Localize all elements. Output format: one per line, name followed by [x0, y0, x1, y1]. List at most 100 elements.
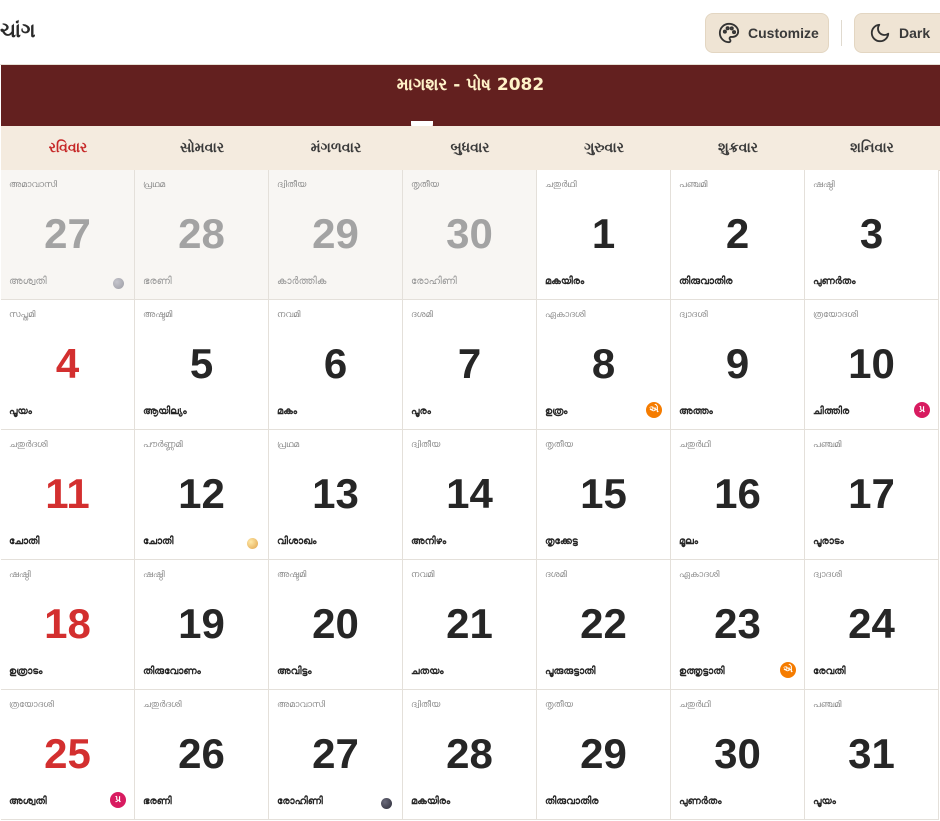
- month-title: માગશર - પોષ 2082: [396, 75, 545, 95]
- day-cell[interactable]: അമാവാസി 27 അശ്വതി: [1, 170, 135, 300]
- nakshatra-label: തിരുവാതിര: [679, 276, 733, 287]
- nakshatra-label: അവിട്ടം: [277, 666, 312, 677]
- tithi-label: ദശമി: [545, 570, 567, 580]
- tithi-label: ദ്വാദശി: [813, 570, 842, 580]
- day-cell[interactable]: ദ്വിതീയ 28 മകയിരം: [403, 690, 537, 820]
- day-number: 6: [323, 340, 348, 387]
- pradosh-badge[interactable]: પ્ર: [110, 792, 126, 808]
- nakshatra-label: ഭരണി: [143, 276, 172, 287]
- day-cell[interactable]: തൃതീയ 30 രോഹിണി: [403, 170, 537, 300]
- nakshatra-label: തൃക്കേട്ട: [545, 536, 578, 547]
- day-cell[interactable]: ഷഷ്ഠി 3 പുണർതം: [805, 170, 939, 300]
- day-number: 5: [189, 340, 214, 387]
- new-moon-icon: [381, 798, 392, 809]
- tithi-label: തൃതീയ: [545, 440, 573, 450]
- day-cell[interactable]: പഞ്ചമി 31 പൂയം: [805, 690, 939, 820]
- nakshatra-label: അനിഴം: [411, 536, 447, 547]
- nakshatra-label: വിശാഖം: [277, 536, 317, 547]
- dark-mode-button[interactable]: Dark: [854, 13, 940, 53]
- day-cell[interactable]: നവമി 21 ചതയം: [403, 560, 537, 690]
- day-cell[interactable]: അമാവാസി 27 രോഹിണി: [269, 690, 403, 820]
- day-number: 10: [848, 340, 895, 387]
- day-number: 17: [848, 470, 895, 517]
- nakshatra-label: ഉത്തൃട്ടാതി: [679, 666, 725, 677]
- tithi-label: ചതുർഥി: [545, 180, 577, 190]
- top-bar: ચાંગ Customize Dark: [0, 0, 940, 65]
- day-number: 2: [725, 210, 750, 257]
- day-cell[interactable]: ഏകാദശി 8 ഉത്രം એ: [537, 300, 671, 430]
- day-cell[interactable]: ചതുർഥി 1 മകയിരം: [537, 170, 671, 300]
- tithi-label: ചതുർദശി: [143, 700, 182, 710]
- month-header: માગશર - પોષ 2082: [1, 65, 940, 135]
- day-cell[interactable]: ഷഷ്ഠി 18 ഉത്രാടം: [1, 560, 135, 690]
- tithi-label: പ്രഥമ: [277, 440, 300, 450]
- day-cell[interactable]: തൃതീയ 15 തൃക്കേട്ട: [537, 430, 671, 560]
- day-number: 19: [178, 600, 225, 647]
- moon-icon: [870, 23, 890, 43]
- day-cell[interactable]: ത്രയോദശി 25 അശ്വതി પ્ર: [1, 690, 135, 820]
- tithi-label: ദ്വിതീയ: [411, 440, 441, 450]
- day-cell[interactable]: സപ്തമി 4 പൂയം: [1, 300, 135, 430]
- day-cell[interactable]: പൗർണ്ണമി 12 ചോതി: [135, 430, 269, 560]
- tithi-label: അഷ്ടമി: [143, 310, 173, 320]
- tithi-label: അമാവാസി: [277, 700, 326, 710]
- ekadashi-badge[interactable]: એ: [780, 662, 796, 678]
- tithi-label: സപ്തമി: [9, 310, 36, 320]
- day-number: 9: [725, 340, 750, 387]
- day-number: 15: [580, 470, 627, 517]
- day-cell[interactable]: ദശമി 22 പൂരുരുട്ടാതി: [537, 560, 671, 690]
- day-cell[interactable]: അഷ്ടമി 20 അവിട്ടം: [269, 560, 403, 690]
- day-cell[interactable]: ദ്വിതീയ 29 കാർത്തിക: [269, 170, 403, 300]
- day-number: 18: [44, 600, 91, 647]
- day-number: 22: [580, 600, 627, 647]
- tithi-label: ഏകാദശി: [545, 310, 586, 320]
- tithi-label: അമാവാസി: [9, 180, 58, 190]
- day-cell[interactable]: ത്രയോദശി 10 ചിത്തിര પ્ર: [805, 300, 939, 430]
- day-cell[interactable]: ചതുർഥി 30 പുണർതം: [671, 690, 805, 820]
- day-cell[interactable]: ഏകാദശി 23 ഉത്തൃട്ടാതി એ: [671, 560, 805, 690]
- tithi-label: ചതുർദശി: [9, 440, 48, 450]
- day-number: 14: [446, 470, 493, 517]
- day-cell[interactable]: പഞ്ചമി 17 പൂരാടം: [805, 430, 939, 560]
- tithi-label: പഞ്ചമി: [813, 700, 842, 710]
- day-cell[interactable]: ദ്വിതീയ 14 അനിഴം: [403, 430, 537, 560]
- weekday-tuesday: મંગળવાર: [310, 140, 362, 156]
- nakshatra-label: ചിത്തിര: [813, 406, 850, 417]
- pradosh-badge[interactable]: પ્ર: [914, 402, 930, 418]
- tithi-label: ഏകാദശി: [679, 570, 720, 580]
- nakshatra-label: കാർത്തിക: [277, 276, 327, 287]
- nakshatra-label: മകയിരം: [545, 276, 585, 287]
- nakshatra-label: ഉത്രാടം: [9, 666, 43, 677]
- day-cell[interactable]: അഷ്ടമി 5 ആയില്യം: [135, 300, 269, 430]
- nakshatra-label: രോഹിണി: [277, 796, 323, 807]
- day-cell[interactable]: തൃതീയ 29 തിരുവാതിര: [537, 690, 671, 820]
- day-cell[interactable]: പഞ്ചമി 2 തിരുവാതിര: [671, 170, 805, 300]
- day-cell[interactable]: പ്രഥമ 28 ഭരണി: [135, 170, 269, 300]
- day-cell[interactable]: പ്രഥമ 13 വിശാഖം: [269, 430, 403, 560]
- tithi-label: പഞ്ചമി: [813, 440, 842, 450]
- weekday-monday: સોમવાર: [179, 140, 225, 156]
- day-cell[interactable]: ചതുർഥി 16 മൂലം: [671, 430, 805, 560]
- day-number: 26: [178, 730, 225, 777]
- day-cell[interactable]: ചതുർദശി 26 ഭരണി: [135, 690, 269, 820]
- day-cell[interactable]: നവമി 6 മകം: [269, 300, 403, 430]
- day-cell[interactable]: ദശമി 7 പൂരം: [403, 300, 537, 430]
- ekadashi-badge[interactable]: એ: [646, 402, 662, 418]
- nakshatra-label: ചോതി: [143, 536, 174, 547]
- day-cell[interactable]: ചതുർദശി 11 ചോതി: [1, 430, 135, 560]
- day-cell[interactable]: ദ്വാദശി 24 രേവതി: [805, 560, 939, 690]
- day-number: 27: [44, 210, 91, 257]
- tithi-label: ചതുർഥി: [679, 440, 711, 450]
- day-cell[interactable]: ദ്വാദശി 9 അത്തം: [671, 300, 805, 430]
- nakshatra-label: തിരുവാതിര: [545, 796, 599, 807]
- tithi-label: പഞ്ചമി: [679, 180, 708, 190]
- weekday-saturday: શનિવાર: [850, 140, 894, 156]
- tithi-label: ദ്വിതീയ: [277, 180, 307, 190]
- tithi-label: പ്രഥമ: [143, 180, 166, 190]
- nakshatra-label: മകയിരം: [411, 796, 451, 807]
- day-number: 30: [714, 730, 761, 777]
- day-number: 23: [714, 600, 761, 647]
- calendar-grid: അമാവാസി 27 അശ്വതി പ്രഥമ 28 ഭരണി ദ്വിതീയ 29 കാർത്…: [1, 170, 940, 820]
- customize-button[interactable]: Customize: [705, 13, 829, 53]
- day-cell[interactable]: ഷഷ്ഠി 19 തിരുവോണം: [135, 560, 269, 690]
